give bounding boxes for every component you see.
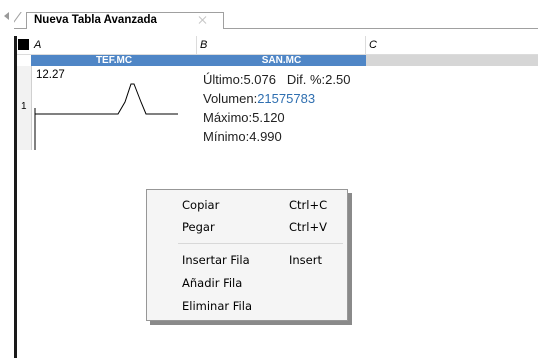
column-header-c[interactable]: C — [366, 36, 538, 55]
minimo-value: 4.990 — [249, 129, 282, 144]
ultimo-line: Último:5.076 Dif. %:2.50 — [203, 70, 350, 89]
menu-item-anadir-fila[interactable]: Añadir Fila — [147, 273, 347, 293]
menu-item-pegar[interactable]: Pegar Ctrl+V — [147, 217, 347, 237]
menu-item-eliminar-fila[interactable]: Eliminar Fila — [147, 296, 347, 316]
tab-title[interactable]: Nueva Tabla Avanzada — [34, 12, 157, 28]
close-tab-icon[interactable] — [196, 13, 210, 27]
menu-item-label: Eliminar Fila — [182, 299, 252, 313]
symbol-bar-b: SAN.MC — [197, 55, 366, 66]
menu-item-shortcut: Insert — [289, 253, 322, 267]
ultimo-value: 5.076 — [243, 72, 276, 87]
maximo-label: Máximo: — [203, 110, 253, 125]
context-menu: Copiar Ctrl+C Pegar Ctrl+V Insertar Fila… — [146, 189, 348, 321]
select-all-box[interactable] — [18, 39, 29, 50]
column-header-a[interactable]: A — [17, 36, 197, 55]
row-header-1[interactable]: 1 — [17, 66, 32, 150]
menu-item-copiar[interactable]: Copiar Ctrl+C — [147, 195, 347, 215]
tab-strip: Nueva Tabla Avanzada — [0, 0, 538, 30]
ultimo-label: Último: — [203, 72, 244, 87]
symbol-bar-c — [366, 55, 538, 66]
dif-label: Dif. %: — [286, 72, 326, 87]
volumen-label: Volumen: — [203, 91, 258, 106]
volumen-value: 21575783 — [257, 91, 316, 106]
maximo-value: 5.120 — [252, 110, 285, 125]
volumen-line: Volumen:21575783 — [203, 89, 350, 108]
menu-item-label: Añadir Fila — [182, 276, 243, 290]
sparkline-line — [35, 83, 178, 115]
menu-item-shortcut: Ctrl+V — [289, 220, 327, 234]
dif-value: 2.50 — [325, 72, 351, 87]
quote-details: Último:5.076 Dif. %:2.50 Volumen:2157578… — [203, 70, 350, 146]
menu-item-label: Pegar — [182, 220, 215, 234]
sparkline-value: 12.27 — [36, 69, 65, 81]
symbol-bar-a: TEF.MC — [31, 55, 197, 66]
row-number: 1 — [21, 101, 27, 112]
minimo-label: Mínimo: — [203, 129, 250, 144]
maximo-line: Máximo:5.120 — [203, 108, 350, 127]
menu-separator — [178, 243, 343, 244]
menu-item-label: Insertar Fila — [182, 253, 250, 267]
minimo-line: Mínimo:4.990 — [203, 127, 350, 146]
column-header-b[interactable]: B — [197, 36, 366, 55]
column-header-c-label: C — [369, 39, 377, 51]
menu-item-shortcut: Ctrl+C — [289, 198, 328, 212]
column-header-b-label: B — [200, 39, 208, 51]
tab-edge — [14, 12, 32, 29]
menu-item-insertar-fila[interactable]: Insertar Fila Insert — [147, 250, 347, 270]
menu-item-label: Copiar — [182, 198, 220, 212]
scroll-left-icon[interactable] — [4, 12, 9, 20]
